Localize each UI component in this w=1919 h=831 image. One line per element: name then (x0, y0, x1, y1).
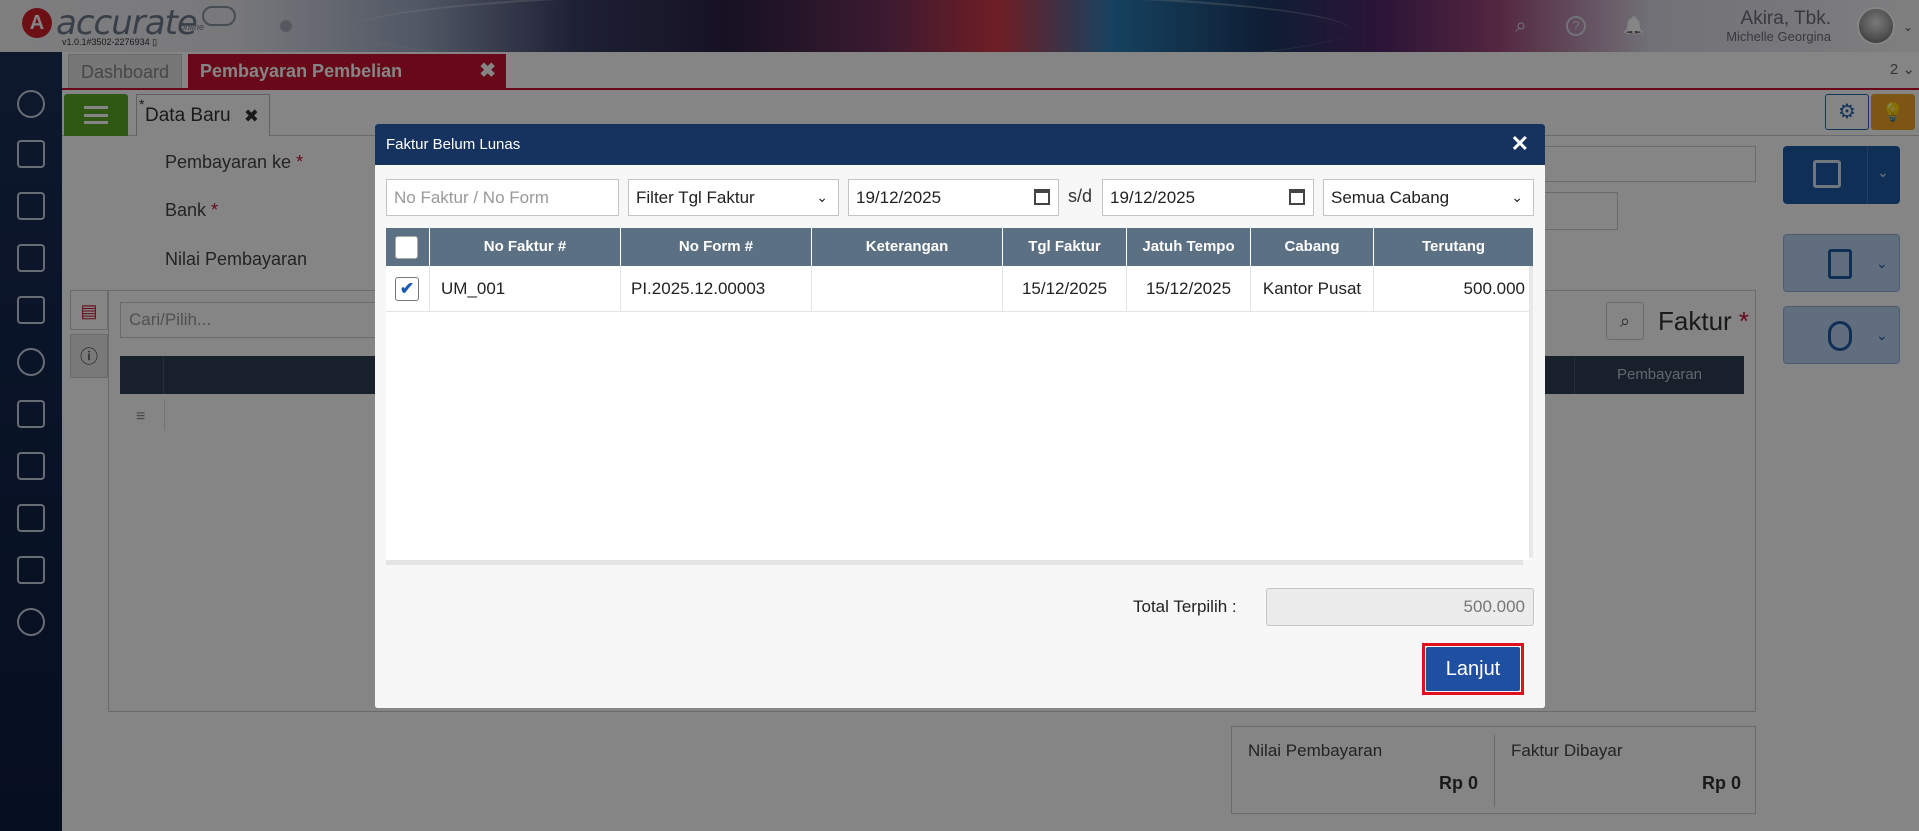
select-all-checkbox[interactable] (395, 236, 418, 259)
cell-terutang: 500.000 (1463, 279, 1525, 298)
modal-title: Faktur Belum Lunas (386, 136, 521, 153)
cell-cabang: Kantor Pusat (1251, 266, 1374, 312)
invoice-search-input[interactable]: No Faktur / No Form (386, 179, 619, 216)
calendar-icon[interactable] (1289, 189, 1305, 205)
horizontal-scrollbar[interactable] (386, 560, 1523, 565)
cell-no-faktur: UM_001 (430, 266, 621, 312)
row-checkbox[interactable]: ✔ (395, 277, 419, 301)
cell-jatuh-tempo: 15/12/2025 (1127, 266, 1251, 312)
modal-header: Faktur Belum Lunas ✕ (375, 124, 1545, 165)
date-filter-select[interactable]: Filter Tgl Faktur ⌄ (628, 179, 839, 216)
table-row[interactable]: ✔ UM_001 PI.2025.12.00003 15/12/2025 15/… (386, 266, 1533, 312)
cell-tgl-faktur: 15/12/2025 (1003, 266, 1127, 312)
column-no-form[interactable]: No Form # (621, 228, 812, 266)
chevron-down-icon: ⌄ (816, 189, 828, 205)
branch-select[interactable]: Semua Cabang ⌄ (1323, 179, 1534, 216)
column-terutang[interactable]: Terutang (1374, 228, 1533, 266)
date-separator: s/d (1068, 186, 1093, 206)
date-from-input[interactable]: 19/12/2025 (848, 179, 1059, 216)
column-no-faktur[interactable]: No Faktur # (430, 228, 621, 266)
column-cabang[interactable]: Cabang (1251, 228, 1374, 266)
date-to-input[interactable]: 19/12/2025 (1102, 179, 1314, 216)
total-selected-value: 500.000 (1266, 588, 1534, 626)
chevron-down-icon: ⌄ (1511, 189, 1523, 205)
column-keterangan[interactable]: Keterangan (812, 228, 1003, 266)
calendar-icon[interactable] (1034, 189, 1050, 205)
invoice-table-header: No Faktur # No Form # Keterangan Tgl Fak… (386, 228, 1533, 266)
total-selected-label: Total Terpilih : (1133, 597, 1237, 616)
cell-keterangan (812, 266, 1003, 312)
vertical-scrollbar[interactable] (1529, 266, 1533, 558)
close-icon[interactable]: ✕ (1511, 131, 1529, 157)
column-jatuh-tempo[interactable]: Jatuh Tempo (1127, 228, 1251, 266)
cell-no-form: PI.2025.12.00003 (621, 266, 812, 312)
column-tgl-faktur[interactable]: Tgl Faktur (1003, 228, 1127, 266)
invoice-table-body: ✔ UM_001 PI.2025.12.00003 15/12/2025 15/… (386, 266, 1533, 560)
continue-button[interactable]: Lanjut (1426, 647, 1520, 691)
